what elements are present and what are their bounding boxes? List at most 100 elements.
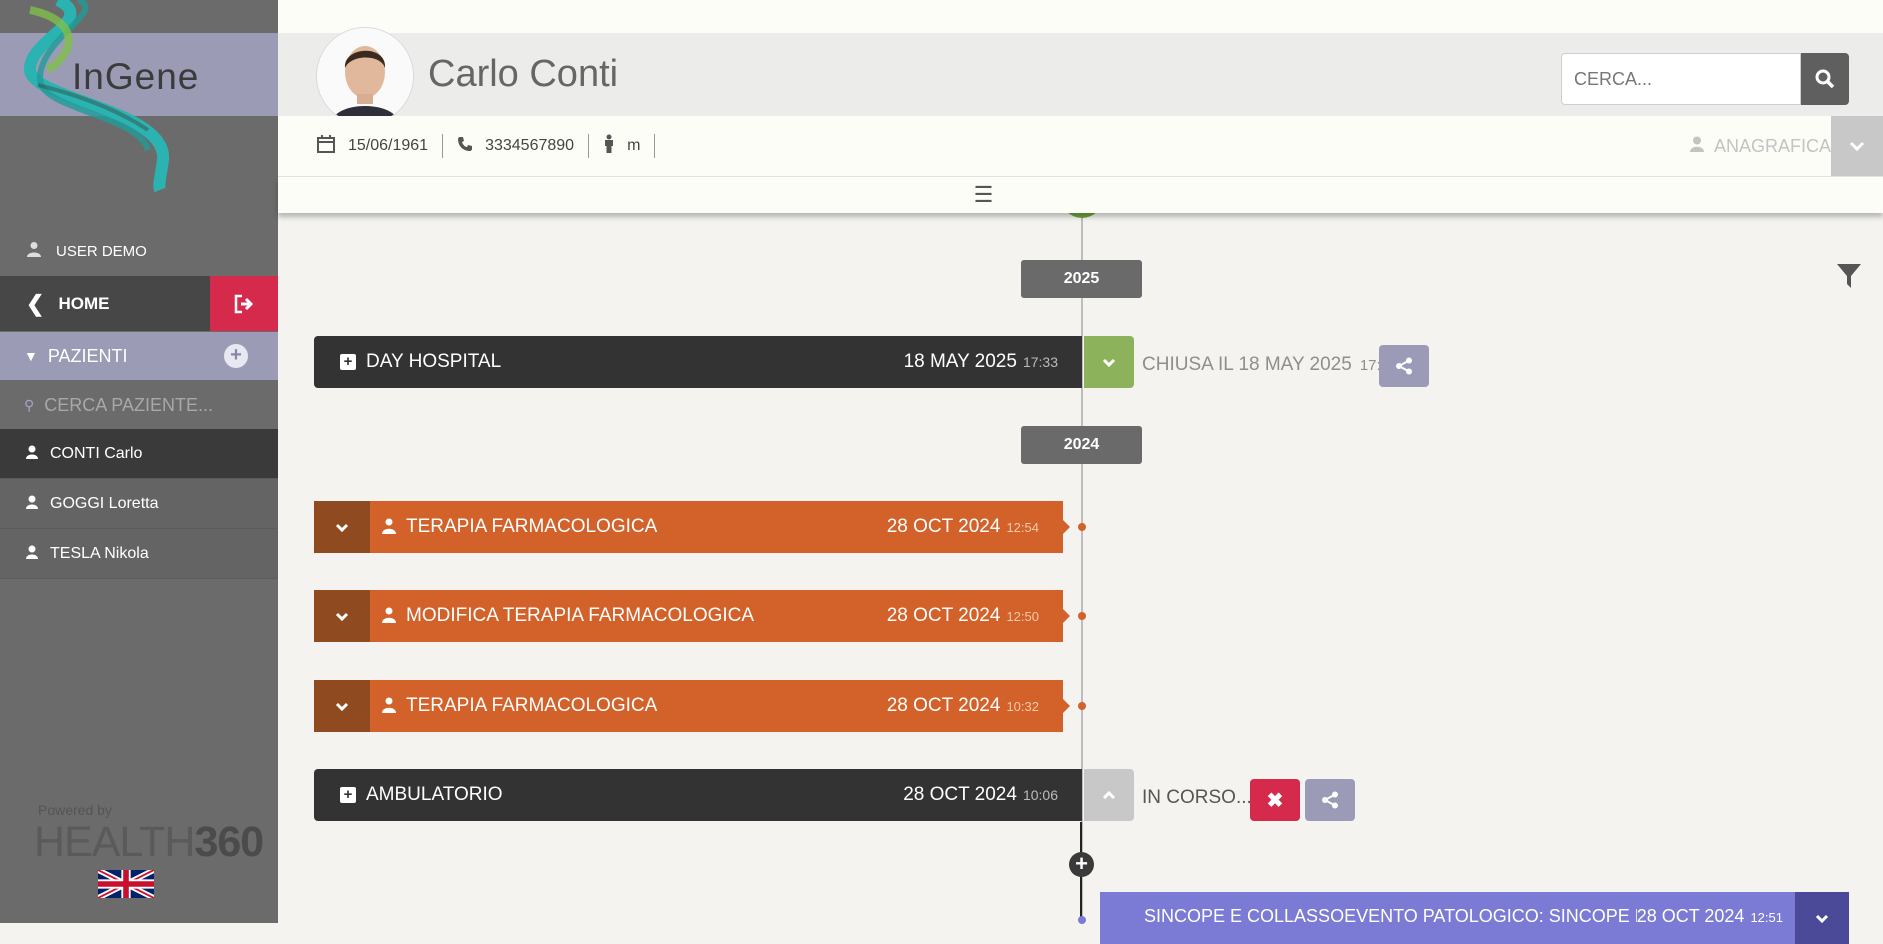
patient-name: TESLA Nikola <box>50 544 149 562</box>
patient-header: Carlo Conti <box>278 27 1883 125</box>
anagrafica-link[interactable]: ANAGRAFICA <box>1689 116 1831 176</box>
patient-item-goggi[interactable]: GOGGI Loretta <box>0 479 278 529</box>
event-title: AMBULATORIO <box>366 784 503 805</box>
event-day-hospital[interactable]: + DAY HOSPITAL 18 MAY 2025 17:33 <box>314 336 1082 388</box>
event-modifica-terapia[interactable]: MODIFICA TERAPIA FARMACOLOGICA 28 OCT 20… <box>314 590 1063 642</box>
patient-name: CONTI Carlo <box>50 444 143 462</box>
top-strip <box>278 0 1883 34</box>
user-icon <box>26 495 38 512</box>
search-icon: ⚲ <box>24 396 35 413</box>
event-pointer <box>1063 699 1070 713</box>
status-text: IN CORSO... <box>1142 787 1252 808</box>
chevron-down-icon[interactable] <box>314 590 370 642</box>
home-label: HOME <box>58 293 110 313</box>
chevron-down-icon[interactable] <box>314 680 370 732</box>
powered-by: Powered by <box>38 802 112 818</box>
event-state-toggle[interactable] <box>1084 336 1134 388</box>
share-button[interactable] <box>1305 779 1355 821</box>
expand-plus-icon[interactable]: + <box>340 787 356 803</box>
event-ambulatorio[interactable]: + AMBULATORIO 28 OCT 2024 10:06 <box>314 769 1082 821</box>
doctor-icon <box>26 241 42 261</box>
event-date: 28 OCT 2024 <box>886 516 1001 537</box>
chevron-up-icon <box>1102 790 1116 799</box>
gender-item: m <box>589 134 656 159</box>
user-menu[interactable]: USER DEMO <box>0 226 278 276</box>
event-date: 18 MAY 2025 <box>903 351 1017 372</box>
share-icon <box>1396 357 1412 375</box>
user-icon <box>1689 136 1704 157</box>
year-badge-2024: 2024 <box>1021 426 1142 464</box>
event-pointer <box>1063 609 1070 623</box>
logo-text: InGene <box>72 56 200 97</box>
event-terapia[interactable]: TERAPIA FARMACOLOGICA 28 OCT 2024 12:54 <box>314 501 1063 553</box>
expand-plus-icon[interactable]: + <box>340 354 356 370</box>
event-time: 10:32 <box>1006 698 1039 714</box>
phone-number: 3334567890 <box>485 137 575 154</box>
logout-button[interactable] <box>210 276 278 331</box>
patient-item-tesla[interactable]: TESLA Nikola <box>0 529 278 579</box>
timeline-dot <box>1078 702 1086 710</box>
share-button[interactable] <box>1379 345 1429 387</box>
home-link[interactable]: ❮ HOME <box>0 276 278 331</box>
phone-item: 3334567890 <box>443 134 590 158</box>
birth-date-item: 15/06/1961 <box>278 134 444 159</box>
add-patient-button[interactable]: + <box>224 344 248 368</box>
user-name: USER DEMO <box>56 242 147 260</box>
event-time: 17:33 <box>1022 354 1058 370</box>
chevron-down-icon[interactable] <box>314 501 370 553</box>
birth-date: 15/06/1961 <box>348 137 429 154</box>
male-icon <box>603 134 615 159</box>
chevron-down-icon[interactable] <box>1795 892 1849 944</box>
doctor-icon <box>382 607 396 626</box>
event-pointer <box>1063 520 1070 534</box>
patient-item-conti[interactable]: CONTI Carlo <box>0 429 278 479</box>
avatar <box>316 27 414 125</box>
search-icon <box>1815 69 1835 89</box>
event-status: CHIUSA IL 18 MAY 2025 17:33 <box>1142 339 1397 391</box>
year-badge-2025: 2025 <box>1021 260 1142 298</box>
close-icon: ✖ <box>1266 789 1284 812</box>
filter-icon[interactable] <box>1836 262 1862 290</box>
doctor-icon <box>382 518 396 537</box>
patient-name: GOGGI Loretta <box>50 494 159 512</box>
event-title: SINCOPE E COLLASSOEVENTO PATOLOGICO: SIN… <box>1144 906 1637 926</box>
event-date: 28 OCT 2024 <box>903 784 1017 805</box>
event-date: 28 OCT 2024 <box>886 695 1001 716</box>
sign-out-icon <box>234 294 254 313</box>
doctor-icon <box>382 697 396 716</box>
user-icon <box>26 445 38 462</box>
event-title: TERAPIA FARMACOLOGICA <box>406 516 658 537</box>
timeline-dot <box>1078 523 1086 531</box>
phone-icon <box>457 136 473 157</box>
event-status: IN CORSO... <box>1142 772 1252 824</box>
patient-name-title: Carlo Conti <box>428 53 619 95</box>
event-date: 28 OCT 2024 <box>1636 906 1745 926</box>
event-title: DAY HOSPITAL <box>366 351 502 372</box>
pazienti-label: PAZIENTI <box>47 345 128 366</box>
add-event-button[interactable]: + <box>1069 852 1094 877</box>
timeline-dot <box>1078 612 1086 620</box>
calendar-icon <box>316 134 336 159</box>
event-terapia[interactable]: TERAPIA FARMACOLOGICA 28 OCT 2024 10:32 <box>314 680 1063 732</box>
pazienti-section[interactable]: ▼ PAZIENTI + <box>0 332 278 380</box>
event-state-toggle[interactable] <box>1084 769 1134 821</box>
hamburger-menu-icon[interactable]: ☰ <box>974 182 994 208</box>
chevron-down-icon <box>1849 141 1865 151</box>
event-time: 12:50 <box>1006 608 1039 624</box>
patient-search-input[interactable] <box>42 393 247 417</box>
gender: m <box>627 137 641 154</box>
anagrafica-toggle[interactable] <box>1831 116 1883 176</box>
global-search-input[interactable] <box>1572 54 1796 104</box>
event-evento-patologico[interactable]: SINCOPE E COLLASSOEVENTO PATOLOGICO: SIN… <box>1100 892 1849 944</box>
event-title: TERAPIA FARMACOLOGICA <box>406 695 658 716</box>
chevron-down-icon: ▼ <box>24 348 38 364</box>
status-text: CHIUSA IL 18 MAY 2025 <box>1142 354 1352 375</box>
user-icon <box>26 545 38 562</box>
delete-button[interactable]: ✖ <box>1250 779 1300 821</box>
share-icon <box>1322 791 1338 809</box>
sidebar: InGene USER DEMO ❮ HOME ▼ PAZIENTI + ⚲ C… <box>0 0 278 923</box>
patient-info-bar: 15/06/1961 3334567890 m ANAGRAFICA <box>278 116 1883 177</box>
uk-flag-icon[interactable] <box>98 870 154 898</box>
search-button[interactable] <box>1801 53 1849 105</box>
event-title: MODIFICA TERAPIA FARMACOLOGICA <box>406 605 755 626</box>
